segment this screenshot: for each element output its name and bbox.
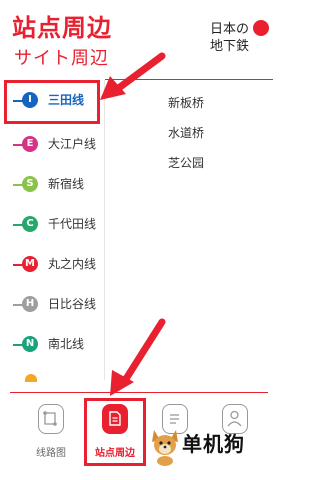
annotation-arrow-top [100, 52, 166, 100]
line-item-oedo[interactable]: E 大江户线 [0, 126, 104, 164]
line-badge-partial [25, 374, 37, 382]
line-badge: S [22, 176, 38, 192]
annotation-arrow-bottom [110, 318, 166, 396]
line-badge: M [22, 256, 38, 272]
line-label: 新宿线 [48, 177, 85, 191]
logo-text-line2: 地下鉄 [210, 39, 250, 54]
station-item[interactable]: 新板桥 [168, 94, 204, 111]
line-label: 南北线 [48, 337, 85, 351]
line-label: 日比谷线 [48, 297, 97, 311]
selected-line-highlight [4, 80, 100, 124]
tab-route-map[interactable]: 线路图 [26, 404, 76, 474]
line-item-hibiya[interactable]: H 日比谷线 [0, 286, 104, 324]
watermark: 单机狗 [148, 426, 268, 466]
logo-text-line1: 日本の [210, 22, 250, 37]
dog-mascot-icon [152, 430, 178, 466]
line-list: I 三田线 E 大江户线 S 新宿线 C 千代田线 M 丸之内线 H 日比谷线 … [0, 80, 104, 380]
line-item-shinjuku[interactable]: S 新宿线 [0, 166, 104, 204]
watermark-text: 单机狗 [182, 432, 245, 456]
tab-label: 线路图 [36, 448, 66, 459]
page-subtitle: サイト周辺 [14, 48, 109, 69]
line-badge: E [22, 136, 38, 152]
selected-tab-highlight [84, 398, 146, 466]
line-item-namboku[interactable]: N 南北线 [0, 326, 104, 364]
line-badge: H [22, 296, 38, 312]
line-label: 丸之内线 [48, 257, 97, 271]
line-label: 大江户线 [48, 137, 97, 151]
station-item[interactable]: 水道桥 [168, 124, 204, 141]
app-logo: 日本の 地下鉄 [210, 20, 270, 62]
map-route-icon [38, 404, 64, 434]
page-title: 站点周边 [12, 14, 112, 42]
line-item-marunouchi[interactable]: M 丸之内线 [0, 246, 104, 284]
station-item[interactable]: 芝公园 [168, 154, 204, 171]
line-badge: C [22, 216, 38, 232]
line-label: 千代田线 [48, 217, 97, 231]
tabbar-divider [10, 392, 268, 393]
line-badge: N [22, 336, 38, 352]
logo-dot [253, 20, 269, 36]
line-item-chiyoda[interactable]: C 千代田线 [0, 206, 104, 244]
